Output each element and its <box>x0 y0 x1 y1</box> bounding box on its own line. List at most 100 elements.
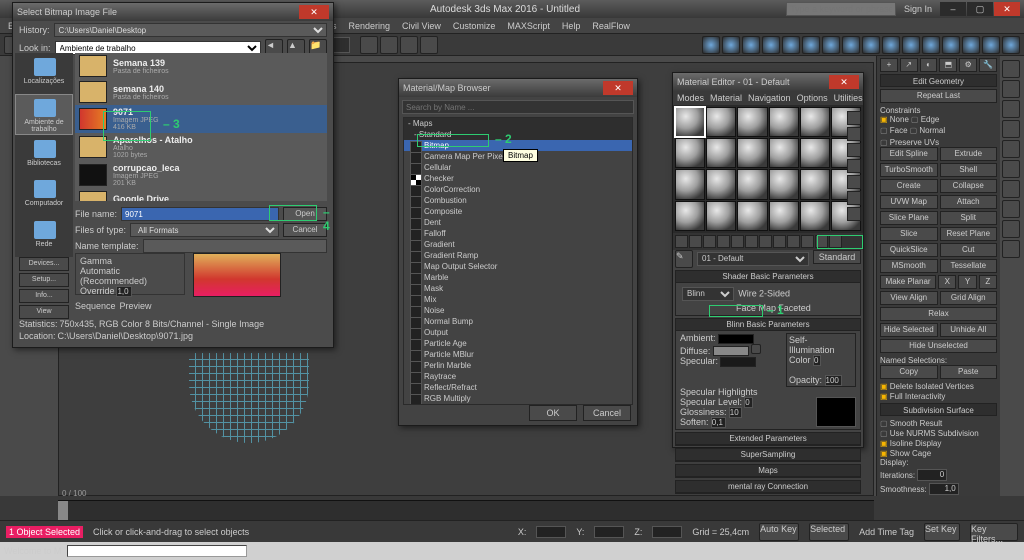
shader-dropdown[interactable]: Blinn <box>682 287 734 301</box>
gamma-override-radio[interactable]: Override <box>80 286 115 296</box>
material-slot[interactable] <box>706 201 736 231</box>
coord-x[interactable] <box>536 526 566 538</box>
material-slot[interactable] <box>800 107 830 137</box>
toolbar-button[interactable] <box>862 36 880 54</box>
material-slot[interactable] <box>737 201 767 231</box>
place-item[interactable]: Bibliotecas <box>15 135 73 176</box>
menu-item[interactable]: Customize <box>453 21 496 31</box>
filetype-dropdown[interactable]: All Formats <box>130 223 279 237</box>
cmd-button[interactable]: Tessellate <box>940 259 998 273</box>
file-list[interactable]: Semana 139Pasta de ficheiros semana 140P… <box>75 53 327 201</box>
specular-swatch[interactable] <box>720 357 756 367</box>
preserve-uvs-check[interactable]: Preserve UVs <box>880 138 939 147</box>
rollout-header[interactable]: Shader Basic Parameters <box>676 271 860 283</box>
constraint-none[interactable]: None <box>880 115 909 124</box>
tab-button[interactable]: 🔧 <box>979 58 997 72</box>
setup-button[interactable]: Setup... <box>19 273 69 287</box>
med-tool[interactable] <box>847 191 861 205</box>
material-slot[interactable] <box>706 169 736 199</box>
sequence-check[interactable]: Sequence <box>75 301 116 311</box>
signin-link[interactable]: Sign In <box>904 4 932 14</box>
med-tool[interactable] <box>847 127 861 141</box>
file-item[interactable]: 9071Imagem JPEG416 KB <box>75 105 327 133</box>
right-tool[interactable] <box>1002 200 1020 218</box>
isoline-check[interactable]: Isoline Display <box>880 439 941 448</box>
autokey-button[interactable]: Auto Key <box>759 523 799 541</box>
material-slot[interactable] <box>800 138 830 168</box>
cmd-button[interactable]: Hide Selected <box>880 323 938 337</box>
toolbar-button[interactable] <box>380 36 398 54</box>
material-slot[interactable] <box>769 107 799 137</box>
tab-button[interactable]: ↗ <box>900 58 918 72</box>
right-tool[interactable] <box>1002 180 1020 198</box>
med-menu[interactable]: Options <box>797 93 828 103</box>
material-slot[interactable] <box>800 201 830 231</box>
cmd-button[interactable]: MSmooth <box>880 259 938 273</box>
devices-button[interactable]: Devices... <box>19 257 69 271</box>
cmd-button[interactable]: Grid Align <box>940 291 998 305</box>
toolbar-button[interactable] <box>782 36 800 54</box>
time-slider[interactable]: 0 / 100 <box>58 500 874 520</box>
pick-material-icon[interactable]: ✎ <box>675 250 693 268</box>
material-slot[interactable] <box>675 138 705 168</box>
med-tool[interactable] <box>847 111 861 125</box>
toolbar-button[interactable] <box>922 36 940 54</box>
dialog-titlebar[interactable]: Material/Map Browser ✕ <box>399 79 637 97</box>
cmd-button[interactable]: X <box>938 275 956 289</box>
map-list[interactable]: Bitmap Camera Map Per Pixel Cellular Che… <box>404 140 632 404</box>
copy-button[interactable]: Copy <box>880 365 938 379</box>
close-button[interactable]: ✕ <box>994 2 1020 16</box>
cmd-button[interactable]: Make Planar <box>880 275 936 289</box>
cmd-button[interactable]: Create <box>880 179 938 193</box>
dialog-titlebar[interactable]: Material Editor - 01 - Default ✕ <box>673 73 863 91</box>
opacity-spinner[interactable]: 100 <box>825 375 842 386</box>
toolbar-button[interactable] <box>982 36 1000 54</box>
map-item[interactable]: Perlin Marble <box>404 360 632 371</box>
material-type-button[interactable]: Standard <box>813 250 861 264</box>
tab-button[interactable]: + <box>880 58 898 72</box>
map-item[interactable]: Dent <box>404 217 632 228</box>
map-item[interactable]: Output <box>404 327 632 338</box>
material-slot[interactable] <box>737 138 767 168</box>
map-item[interactable]: Noise <box>404 305 632 316</box>
med-menu[interactable]: Utilities <box>834 93 863 103</box>
nurms-check[interactable]: Use NURMS Subdivision <box>880 429 979 438</box>
med-tool[interactable] <box>675 235 688 248</box>
cmd-button[interactable]: UVW Map <box>880 195 938 209</box>
rollout-header[interactable]: Edit Geometry <box>880 74 997 87</box>
cmd-button[interactable]: Z <box>979 275 997 289</box>
place-item[interactable]: Rede <box>15 216 73 257</box>
toolbar-button[interactable] <box>702 36 720 54</box>
nametpl-input[interactable] <box>143 239 327 253</box>
med-tool[interactable] <box>815 235 828 248</box>
toolbar-button[interactable] <box>742 36 760 54</box>
dialog-close-button[interactable]: ✕ <box>299 5 329 19</box>
place-item[interactable]: Localizações <box>15 53 73 94</box>
show-cage-check[interactable]: Show Cage <box>880 449 931 458</box>
med-menu[interactable]: Navigation <box>748 93 791 103</box>
addtimetag-label[interactable]: Add Time Tag <box>859 527 914 537</box>
soften-spinner[interactable]: 0,1 <box>711 417 726 428</box>
toolbar-button[interactable] <box>942 36 960 54</box>
toolbar-button[interactable] <box>842 36 860 54</box>
med-tool[interactable] <box>801 235 814 248</box>
map-item[interactable]: Normal Bump <box>404 316 632 327</box>
map-item[interactable]: RGB Multiply <box>404 393 632 404</box>
med-tool[interactable] <box>759 235 772 248</box>
rollout-header[interactable]: Extended Parameters <box>676 433 860 445</box>
rollout-header[interactable]: SuperSampling <box>676 449 860 461</box>
menu-item[interactable]: Rendering <box>349 21 391 31</box>
map-item[interactable]: Gradient Ramp <box>404 250 632 261</box>
right-tool[interactable] <box>1002 160 1020 178</box>
toolbar-button[interactable] <box>762 36 780 54</box>
toolbar-button[interactable] <box>882 36 900 54</box>
toolbar-button[interactable] <box>802 36 820 54</box>
cmd-button[interactable]: Hide Unselected <box>880 339 997 353</box>
right-tool[interactable] <box>1002 220 1020 238</box>
med-menu[interactable]: Modes <box>677 93 704 103</box>
material-slot[interactable] <box>706 107 736 137</box>
map-item[interactable]: Checker <box>404 173 632 184</box>
cmd-button[interactable]: Cut <box>940 243 998 257</box>
ok-button[interactable]: OK <box>529 405 577 421</box>
filename-input[interactable] <box>121 207 279 221</box>
